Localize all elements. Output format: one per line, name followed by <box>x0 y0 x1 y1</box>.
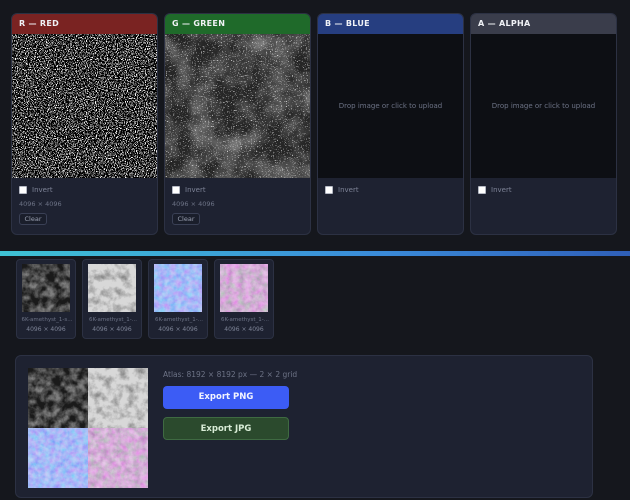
clear-button-red[interactable]: Clear <box>19 213 47 225</box>
invert-label-green: Invert <box>185 186 206 194</box>
channel-header-red: R — RED <box>12 14 157 34</box>
channel-card-green: G — GREEN Invert 4096 × 4096 Clear <box>164 13 311 235</box>
invert-label-red: Invert <box>32 186 53 194</box>
dims-green: 4096 × 4096 <box>172 200 215 208</box>
atlas-cell-color <box>88 428 148 488</box>
invert-label-alpha: Invert <box>491 186 512 194</box>
atlas-preview <box>28 368 148 488</box>
atlas-cell-dark <box>28 368 88 428</box>
drop-text-alpha: Drop image or click to upload <box>491 102 596 110</box>
invert-checkbox-red[interactable] <box>19 186 27 194</box>
drop-zone-alpha[interactable]: Drop image or click to upload <box>471 34 616 178</box>
invert-checkbox-green[interactable] <box>172 186 180 194</box>
atlas-panel: Atlas: 8192 × 8192 px — 2 × 2 grid Expor… <box>15 355 593 498</box>
texture-name: 6K-amethyst_1-... <box>154 317 204 323</box>
invert-checkbox-blue[interactable] <box>325 186 333 194</box>
drop-text-blue: Drop image or click to upload <box>338 102 443 110</box>
channel-preview-red[interactable] <box>12 34 157 178</box>
channel-header-green: G — GREEN <box>165 14 310 34</box>
dims-red: 4096 × 4096 <box>19 200 62 208</box>
dark-stone-texture <box>22 264 70 312</box>
channel-card-blue: B — BLUE Drop image or click to upload I… <box>317 13 464 235</box>
amethyst-color-texture <box>220 264 268 312</box>
atlas-cell-light <box>88 368 148 428</box>
export-png-button[interactable]: Export PNG <box>163 386 289 409</box>
light-stone-texture <box>88 264 136 312</box>
texture-dims: 4096 × 4096 <box>158 326 198 333</box>
texture-dims: 4096 × 4096 <box>224 326 264 333</box>
texture-thumb[interactable]: 6K-amethyst_1-s... 4096 × 4096 <box>16 259 76 339</box>
texture-dims: 4096 × 4096 <box>92 326 132 333</box>
clear-button-green[interactable]: Clear <box>172 213 200 225</box>
dark-noise-texture <box>165 34 310 178</box>
texture-name: 6K-amethyst_1-s... <box>21 317 73 323</box>
channel-header-alpha: A — ALPHA <box>471 14 616 34</box>
texture-thumb[interactable]: 6K-amethyst_1-... 4096 × 4096 <box>214 259 274 339</box>
texture-thumb[interactable]: 6K-amethyst_1-... 4096 × 4096 <box>82 259 142 339</box>
channel-card-red: R — RED Invert 4096 × 4096 Clear <box>11 13 158 235</box>
texture-name: 6K-amethyst_1-... <box>220 317 270 323</box>
white-noise-texture <box>12 34 157 178</box>
atlas-cell-normal <box>28 428 88 488</box>
texture-thumb[interactable]: 6K-amethyst_1-... 4096 × 4096 <box>148 259 208 339</box>
channel-card-alpha: A — ALPHA Drop image or click to upload … <box>470 13 617 235</box>
channel-preview-green[interactable] <box>165 34 310 178</box>
atlas-info: Atlas: 8192 × 8192 px — 2 × 2 grid <box>163 370 298 379</box>
export-jpg-button[interactable]: Export JPG <box>163 417 289 440</box>
channel-header-blue: B — BLUE <box>318 14 463 34</box>
invert-label-blue: Invert <box>338 186 359 194</box>
texture-name: 6K-amethyst_1-... <box>88 317 138 323</box>
drop-zone-blue[interactable]: Drop image or click to upload <box>318 34 463 178</box>
normal-map-texture <box>154 264 202 312</box>
invert-checkbox-alpha[interactable] <box>478 186 486 194</box>
texture-dims: 4096 × 4096 <box>26 326 66 333</box>
